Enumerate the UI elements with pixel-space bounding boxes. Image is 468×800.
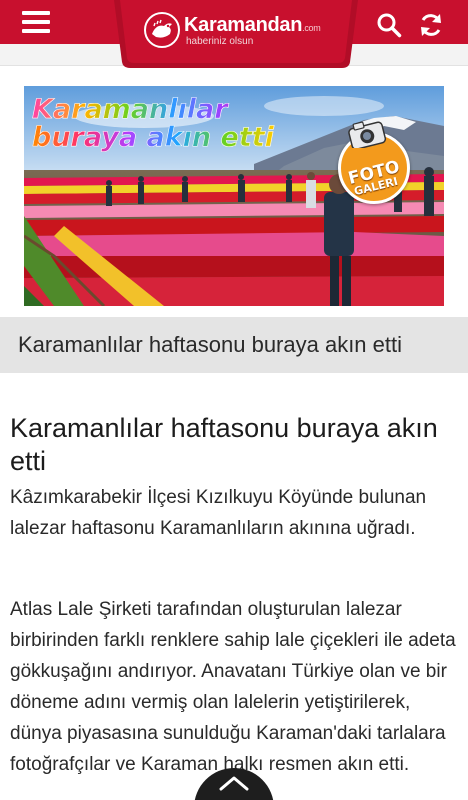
refresh-icon xyxy=(421,14,441,36)
menu-button[interactable] xyxy=(22,11,50,35)
article-title: Karamanlılar haftasonu buraya akın etti xyxy=(10,413,438,476)
hero-overlay-title: Karamanlılar buraya akın etti xyxy=(32,95,275,153)
image-caption: Karamanlılar haftasonu buraya akın etti xyxy=(18,332,403,357)
article-body: Atlas Lale Şirketi tarafından oluşturula… xyxy=(10,599,456,775)
camera-icon xyxy=(348,118,388,150)
brand-name: Karamandan.com xyxy=(184,14,321,36)
search-button[interactable] xyxy=(376,12,402,38)
hero-overlay-line1: Karamanlılar xyxy=(32,95,274,124)
brand-slogan: haberiniz olsun xyxy=(186,36,254,47)
article-lead: Kâzımkarabekir İlçesi Kızılkuyu Köyünde … xyxy=(10,487,427,539)
hero-overlay-line2: buraya akın etti xyxy=(32,122,275,153)
chevron-up-icon xyxy=(219,776,249,791)
hamburger-icon xyxy=(22,11,50,15)
refresh-button[interactable] xyxy=(418,12,444,38)
search-icon xyxy=(377,13,402,38)
image-caption-bar: Karamanlılar haftasonu buraya akın etti xyxy=(0,317,468,373)
logo-bird-icon xyxy=(144,12,180,48)
